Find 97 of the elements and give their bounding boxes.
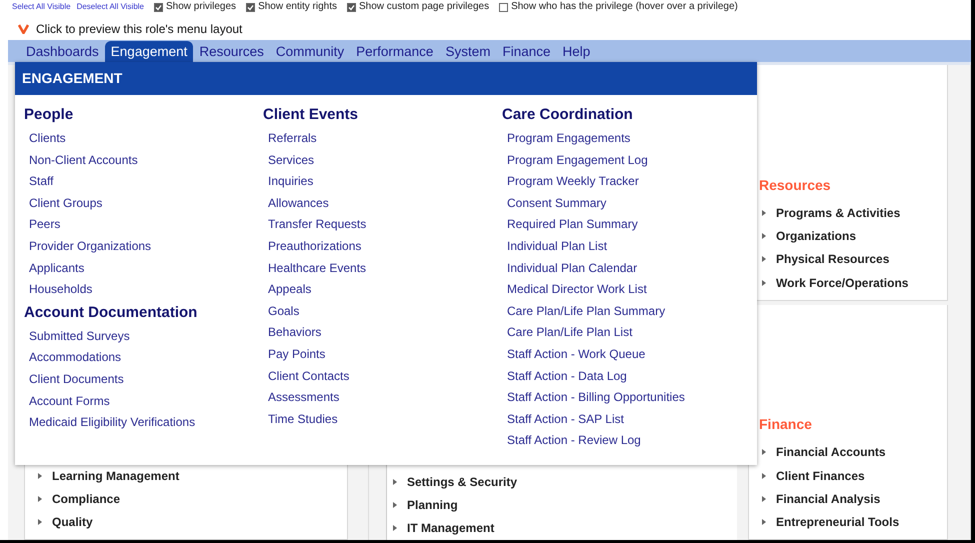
menu-group-item[interactable]: Work Force/Operations [776,276,908,290]
toolbar-link[interactable]: Select All Visible [12,1,71,13]
menu-group-item[interactable]: Organizations [776,229,856,244]
menu-link[interactable]: Referrals [263,128,317,150]
menu-link[interactable]: Program Weekly Tracker [502,171,639,193]
menu-link[interactable]: Client Groups [24,192,102,214]
menu-link[interactable]: Staff Action - Work Queue [502,344,646,366]
expand-triangle-icon [762,233,766,240]
expand-triangle-icon [393,478,397,485]
menu-link[interactable]: Medicaid Eligibility Verifications [24,412,196,434]
menu-link[interactable]: Staff [24,171,54,193]
menu-group-item[interactable]: Financial Accounts [776,445,886,460]
expand-triangle-icon [38,472,42,479]
menu-tab[interactable]: System [439,41,496,62]
menu-group-item[interactable]: Entrepreneurial Tools [776,515,900,530]
menu-header: ENGAGEMENT [15,62,757,95]
menu-link[interactable]: Program Engagement Log [502,150,648,172]
menu-link[interactable]: Peers [24,214,60,236]
checkbox-label: Show custom page privileges [359,1,490,13]
section-heading: People [24,105,74,125]
menu-tab[interactable]: Dashboards [20,41,105,62]
menu-link[interactable]: Staff Action - Billing Opportunities [502,387,685,409]
expand-triangle-icon [762,256,766,262]
checkbox[interactable] [246,2,256,12]
menu-group-item[interactable]: Learning Management [52,468,180,483]
card-heading: Resources [759,176,832,193]
menu-tab[interactable]: Engagement [104,41,194,62]
menu-group-item[interactable]: Planning [407,498,458,512]
menu-link[interactable]: Transfer Requests [263,214,366,236]
menu-link[interactable]: Provider Organizations [24,236,152,258]
menu-link[interactable]: Individual Plan Calendar [502,258,638,280]
menu-link[interactable]: Care Plan/Life Plan List [502,322,632,344]
checkbox-label: Show entity rights [258,1,337,13]
menu-link[interactable]: Account Forms [24,390,110,412]
menu-link[interactable]: Client Documents [24,368,124,391]
expand-triangle-icon [762,280,766,286]
checkbox[interactable] [154,2,164,12]
menu-group-item[interactable]: Financial Analysis [776,492,880,506]
menu-link[interactable]: Submitted Surveys [24,326,130,348]
menu-link[interactable]: Medical Director Work List [502,279,647,301]
menu-tab[interactable]: Help [556,41,596,62]
expand-triangle-icon [762,472,766,479]
menu-link[interactable]: Services [263,150,314,172]
expand-triangle-icon [38,496,42,502]
menu-group-item[interactable]: IT Management [407,521,494,536]
menu-tab[interactable]: Finance [496,41,556,62]
menu-link[interactable]: Assessments [263,387,340,409]
menu-link[interactable]: Staff Action - Data Log [502,366,627,388]
section-heading: Care Coordination [502,105,634,125]
section-heading: Client Events [263,105,360,125]
checkbox-label: Show privileges [166,1,236,13]
menu-link[interactable]: Inquiries [263,171,314,193]
menu-group-item[interactable]: Quality [52,515,93,530]
preview-link[interactable]: Click to preview this role's menu layout [36,22,242,36]
chevron-down-icon[interactable] [18,24,29,34]
menu-tab[interactable]: Resources [193,41,270,62]
checkbox[interactable] [499,2,508,12]
menu-group-item[interactable]: Compliance [52,492,120,506]
expand-triangle-icon [393,502,397,508]
menu-link[interactable]: Appeals [263,279,312,301]
section-heading: Account Documentation [24,302,198,323]
menu-link[interactable]: Non-Client Accounts [24,150,138,172]
menu-link[interactable]: Allowances [263,192,329,214]
menu-link[interactable]: Pay Points [263,344,326,366]
menu-link[interactable]: Program Engagements [502,128,630,150]
menu-link[interactable]: Healthcare Events [263,258,366,280]
expand-triangle-icon [762,496,766,502]
menu-link[interactable]: Client Contacts [263,366,350,388]
checkbox[interactable] [347,2,356,12]
expand-triangle-icon [38,519,42,526]
menu-link[interactable]: Applicants [24,258,84,280]
menu-tab[interactable]: Performance [350,41,440,62]
menu-link[interactable]: Goals [263,300,300,322]
menu-tab[interactable]: Community [270,41,350,62]
expand-triangle-icon [762,210,766,216]
menu-link[interactable]: Staff Action - Review Log [502,430,641,452]
menu-group-item[interactable]: Client Finances [776,468,865,483]
menu-link[interactable]: Time Studies [263,408,338,430]
expand-triangle-icon [762,519,766,526]
menu-link[interactable]: Care Plan/Life Plan Summary [502,300,666,322]
card-heading: Finance [759,416,813,432]
menu-group-item[interactable]: Settings & Security [407,474,518,489]
menu-link[interactable]: Consent Summary [502,192,606,214]
expand-triangle-icon [393,525,397,532]
menu-link[interactable]: Behaviors [263,322,322,344]
menu-link[interactable]: Households [24,279,92,301]
toolbar-link[interactable]: Deselect All Visible [76,1,144,13]
menu-link[interactable]: Preauthorizations [263,236,362,258]
checkbox-label: Show who has the privilege (hover over a privilege) [511,1,738,13]
menu-link[interactable]: Staff Action - SAP List [502,408,624,430]
menu-link[interactable]: Clients [24,128,66,150]
menu-group-item[interactable]: Programs & Activities [776,206,900,220]
menu-link[interactable]: Accommodations [24,347,122,369]
menu-link[interactable]: Required Plan Summary [502,214,638,236]
expand-triangle-icon [762,449,766,456]
menu-link[interactable]: Individual Plan List [502,236,608,258]
menu-group-item[interactable]: Physical Resources [776,252,890,266]
